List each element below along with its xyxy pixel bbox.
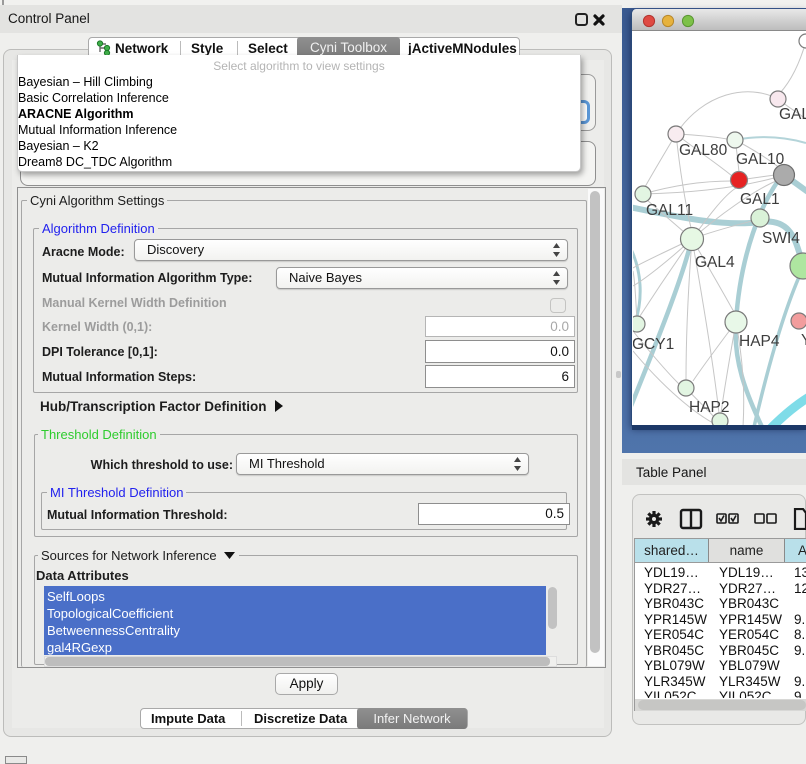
svg-text:GCY1: GCY1 xyxy=(633,336,674,353)
svg-text:HAP2: HAP2 xyxy=(689,399,730,416)
svg-text:GAL4: GAL4 xyxy=(695,254,735,271)
svg-text:GAL11: GAL11 xyxy=(646,202,693,219)
svg-text:Y: Y xyxy=(801,332,806,349)
svg-text:GAL80: GAL80 xyxy=(679,142,728,159)
svg-text:SWI4: SWI4 xyxy=(762,230,800,247)
svg-text:GAL: GAL xyxy=(779,106,806,123)
svg-text:HAP4: HAP4 xyxy=(739,333,780,350)
svg-text:GAL10: GAL10 xyxy=(736,151,785,168)
svg-text:GAL1: GAL1 xyxy=(740,191,780,208)
